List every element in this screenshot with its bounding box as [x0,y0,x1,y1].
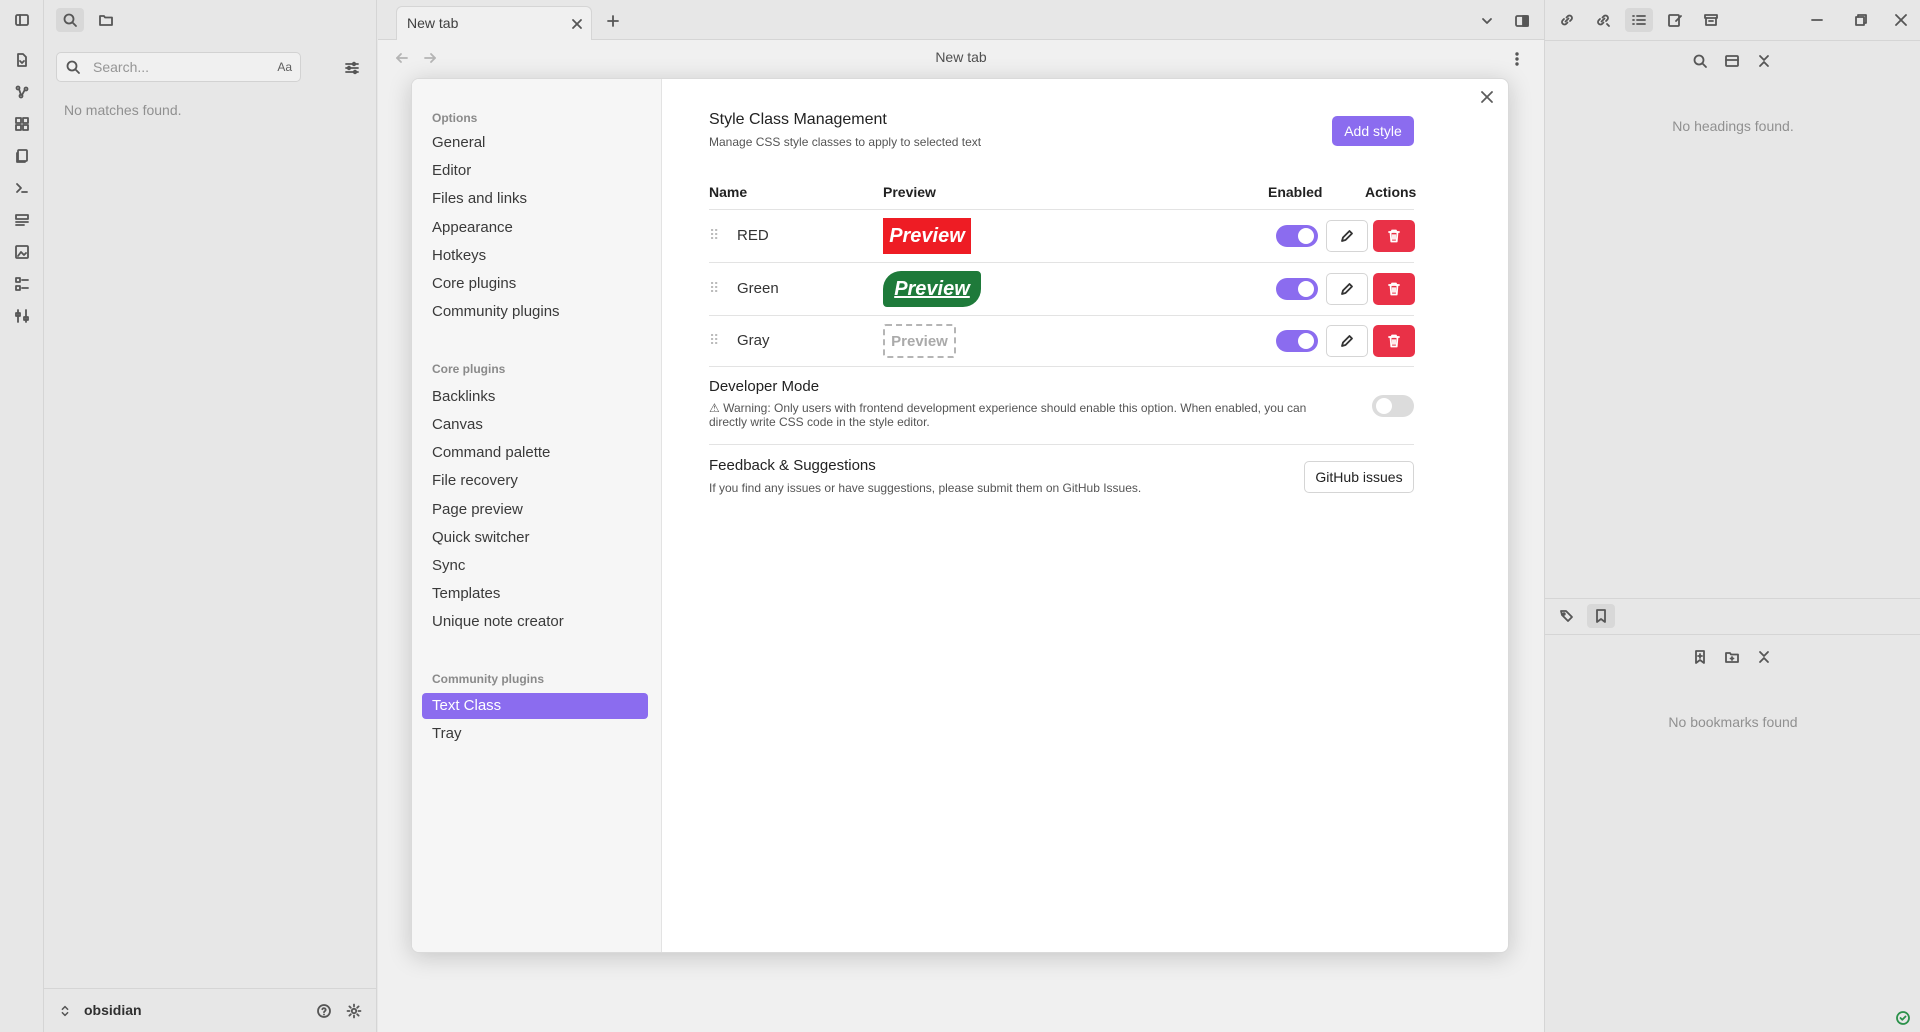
settings-nav-templates[interactable]: Templates [422,581,648,607]
settings-nav-text-class[interactable]: Text Class [422,693,648,719]
settings-nav-unique-note-creator[interactable]: Unique note creator [422,609,648,635]
enabled-toggle[interactable] [1276,278,1318,300]
section-label-options: Options [432,111,478,125]
settings-nav-command-palette[interactable]: Command palette [422,440,648,466]
enabled-toggle[interactable] [1276,225,1318,247]
settings-nav-core-plugins[interactable]: Core plugins [422,271,648,297]
trash-icon [1388,334,1400,348]
add-style-button[interactable]: Add style [1332,116,1414,146]
edit-button[interactable] [1326,220,1368,252]
settings-nav-community-plugins[interactable]: Community plugins [422,299,648,325]
column-header-enabled: Enabled [1268,184,1323,200]
pencil-icon [1341,335,1353,347]
settings-nav-backlinks[interactable]: Backlinks [422,384,648,410]
settings-nav-hotkeys[interactable]: Hotkeys [422,243,648,269]
style-preview: Preview [883,271,981,307]
settings-nav-quick-switcher[interactable]: Quick switcher [422,525,648,551]
github-issues-button[interactable]: GitHub issues [1304,461,1414,493]
settings-nav-sync[interactable]: Sync [422,553,648,579]
section-label-core-plugins: Core plugins [432,362,506,376]
pencil-icon [1341,283,1353,295]
settings-modal: Options General Editor Files and links A… [411,78,1509,953]
pencil-icon [1341,230,1353,242]
settings-sidebar: Options General Editor Files and links A… [412,79,662,952]
warning-line: ⚠ Warning: Only users with frontend deve… [709,401,1307,415]
developer-mode-toggle[interactable] [1372,395,1414,417]
drag-handle-icon[interactable]: ⠿ [709,332,719,349]
warning-line: directly write CSS code in the style edi… [709,415,930,429]
enabled-toggle[interactable] [1276,330,1318,352]
feedback-description: If you find any issues or have suggestio… [709,481,1142,495]
table-divider [709,366,1414,367]
column-header-name: Name [709,184,748,200]
feedback-title: Feedback & Suggestions [709,457,876,474]
settings-nav-general[interactable]: General [422,130,648,156]
settings-nav-files-and-links[interactable]: Files and links [422,186,648,212]
trash-icon [1388,282,1400,296]
section-label-community-plugins: Community plugins [432,672,544,686]
column-header-actions: Actions [1365,184,1417,200]
section-divider [709,444,1414,445]
delete-button[interactable] [1373,325,1415,357]
table-row: ⠿ Green Preview [709,263,1415,315]
table-row: ⠿ Gray Preview [709,316,1415,366]
close-modal-icon[interactable] [1477,87,1497,107]
style-name: RED [737,227,769,244]
style-name: Gray [737,332,770,349]
column-header-preview: Preview [883,184,936,200]
style-mgmt-description: Manage CSS style classes to apply to sel… [709,135,982,149]
drag-handle-icon[interactable]: ⠿ [709,227,719,244]
style-preview: Preview [883,324,956,358]
style-name: Green [737,280,779,297]
delete-button[interactable] [1373,220,1415,252]
settings-nav-file-recovery[interactable]: File recovery [422,468,648,494]
edit-button[interactable] [1326,273,1368,305]
table-row: ⠿ RED Preview [709,210,1415,262]
style-preview: Preview [883,218,971,254]
developer-mode-title: Developer Mode [709,378,820,395]
settings-nav-canvas[interactable]: Canvas [422,412,648,438]
style-mgmt-title: Style Class Management [709,111,887,128]
settings-nav-editor[interactable]: Editor [422,158,648,184]
trash-icon [1388,229,1400,243]
drag-handle-icon[interactable]: ⠿ [709,280,719,297]
developer-mode-warning: ⚠ Warning: Only users with frontend deve… [709,401,1349,429]
settings-nav-tray[interactable]: Tray [422,721,648,747]
delete-button[interactable] [1373,273,1415,305]
settings-nav-appearance[interactable]: Appearance [422,215,648,241]
edit-button[interactable] [1326,325,1368,357]
settings-nav-page-preview[interactable]: Page preview [422,497,648,523]
